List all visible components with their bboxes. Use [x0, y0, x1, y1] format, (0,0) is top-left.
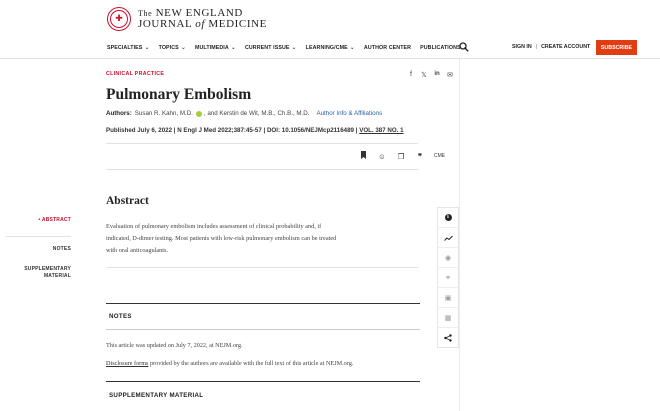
- author-link[interactable]: Susan R. Kahn, M.D.: [135, 110, 193, 117]
- orcid-icon[interactable]: [195, 110, 202, 117]
- divider: [106, 381, 420, 382]
- eye-icon: ◉: [444, 254, 452, 262]
- volume-link[interactable]: VOL. 387 NO. 1: [359, 127, 403, 134]
- main-nav: SPECIALTIES ⌄ TOPICS ⌄ MULTIMEDIA ⌄ CURRENT…: [107, 44, 477, 52]
- abstract-body: Evaluation of pulmonary embolism include…: [106, 223, 337, 254]
- section-nav-supplementary[interactable]: SUPPLEMENTARY MATERIAL: [24, 266, 71, 280]
- author-link[interactable]: , and Kerstin de Wit, M.B., Ch.B., M.D.: [204, 110, 310, 117]
- article-sidebar-tools: i ◉ ⚭ ▣ ▦: [437, 207, 459, 348]
- chevron-down-icon: ⌄: [291, 45, 297, 51]
- article-tools: ☺ ❐ ❞ CME: [358, 151, 445, 161]
- linkedin-icon[interactable]: in: [433, 71, 441, 79]
- nav-author-center[interactable]: AUTHOR CENTER: [364, 44, 411, 51]
- supplementary-heading: SUPPLEMENTARY MATERIAL: [109, 392, 204, 399]
- note-disclosure: Disclosure forms provided by the authors…: [106, 360, 354, 367]
- facebook-icon[interactable]: f: [407, 71, 415, 79]
- x-twitter-icon[interactable]: 𝕏: [420, 71, 428, 79]
- create-account-link[interactable]: CREATE ACCOUNT: [541, 44, 590, 50]
- nejm-wordmark: The NEW ENGLAND JOURNAL of MEDICINE: [138, 7, 267, 30]
- share-icons: f 𝕏 in ✉: [407, 71, 454, 79]
- nejm-logo[interactable]: ✚ The NEW ENGLAND JOURNAL of MEDICINE: [107, 7, 267, 31]
- chevron-down-icon: ⌄: [349, 45, 355, 51]
- abstract-heading: Abstract: [106, 195, 149, 207]
- publication-info: Published July 6, 2022 | N Engl J Med 20…: [106, 127, 404, 134]
- publication-citation: Published July 6, 2022 | N Engl J Med 20…: [106, 127, 358, 134]
- header-divider: [0, 58, 660, 59]
- author-affiliations-link[interactable]: Author Info & Affiliations: [316, 110, 382, 117]
- author-line: Authors: Susan R. Kahn, M.D. , and Kerst…: [106, 110, 382, 117]
- trend-icon: [443, 235, 453, 241]
- copy-icon[interactable]: ❐: [396, 152, 406, 161]
- share-button[interactable]: [438, 328, 458, 348]
- article-title: Pulmonary Embolism: [106, 86, 252, 103]
- nav-specialties[interactable]: SPECIALTIES ⌄: [107, 44, 150, 52]
- nav-current-issue[interactable]: CURRENT ISSUE ⌄: [245, 44, 297, 52]
- user-links: SIGN IN | CREATE ACCOUNT: [512, 44, 590, 50]
- divider: [106, 169, 418, 170]
- authors-label: Authors:: [106, 110, 132, 117]
- note-update: This article was updated on July 7, 2022…: [106, 342, 243, 349]
- image-icon: ▣: [444, 294, 452, 302]
- chevron-down-icon: ⌄: [230, 45, 236, 51]
- chevron-down-icon: ⌄: [144, 45, 150, 51]
- nav-multimedia[interactable]: MULTIMEDIA ⌄: [195, 44, 236, 52]
- bookmark-icon[interactable]: [358, 151, 368, 161]
- nav-learning-cme[interactable]: LEARNING/CME ⌄: [306, 44, 355, 52]
- divider: [106, 329, 420, 330]
- section-nav-notes[interactable]: NOTES: [53, 246, 71, 253]
- disclosure-forms-link[interactable]: Disclosure forms: [106, 360, 148, 367]
- section-nav-abstract[interactable]: • ABSTRACT: [39, 217, 71, 224]
- sign-in-link[interactable]: SIGN IN: [512, 44, 532, 50]
- comment-icon[interactable]: ☺: [377, 152, 387, 161]
- email-icon[interactable]: ✉: [446, 71, 454, 79]
- info-button[interactable]: i: [438, 208, 458, 228]
- divider: [106, 303, 420, 304]
- content-column-divider: [459, 59, 460, 411]
- nejm-seal-icon: ✚: [107, 7, 131, 31]
- article-category[interactable]: CLINICAL PRACTICE: [106, 71, 164, 77]
- share-icon: [444, 334, 452, 342]
- search-icon[interactable]: [459, 42, 469, 52]
- divider: |: [535, 44, 538, 50]
- cme-link[interactable]: CME: [434, 153, 445, 159]
- subscribe-button[interactable]: SUBSCRIBE: [596, 40, 637, 55]
- link-button[interactable]: ⚭: [438, 268, 458, 288]
- view-button[interactable]: ◉: [438, 248, 458, 268]
- tables-button[interactable]: ▦: [438, 308, 458, 328]
- cite-quote-icon[interactable]: ❞: [415, 152, 425, 161]
- notes-heading: NOTES: [109, 313, 132, 320]
- info-icon: i: [444, 214, 452, 221]
- figures-button[interactable]: ▣: [438, 288, 458, 308]
- divider: [106, 143, 418, 144]
- divider: [106, 267, 418, 268]
- link-icon: ⚭: [445, 274, 451, 282]
- chevron-down-icon: ⌄: [180, 45, 186, 51]
- metrics-button[interactable]: [438, 228, 458, 248]
- table-icon: ▦: [444, 314, 452, 322]
- section-nav-divider: [6, 236, 71, 237]
- nav-topics[interactable]: TOPICS ⌄: [159, 44, 186, 52]
